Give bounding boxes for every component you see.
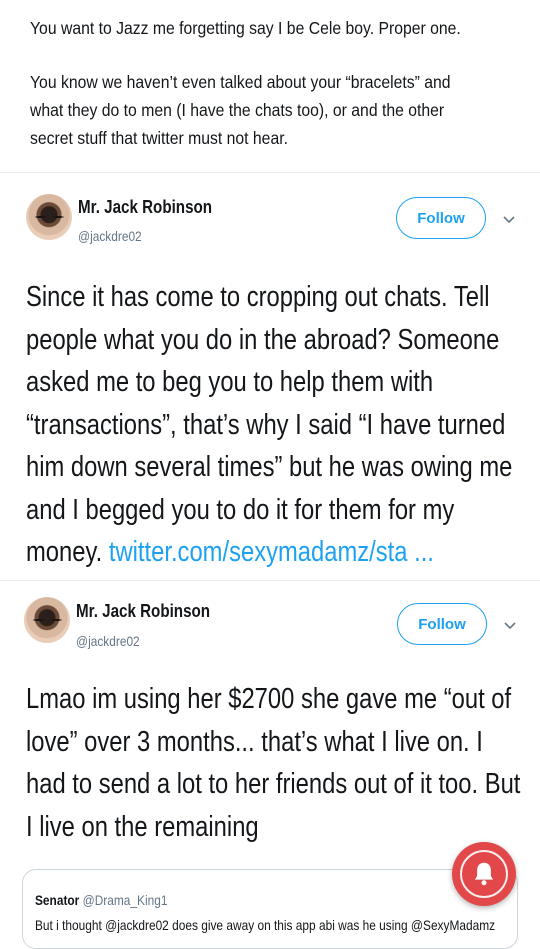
notification-bell-button[interactable] (452, 842, 516, 906)
tweet-text: Lmao im using her $2700 she gave me “out… (26, 678, 520, 848)
follow-button-label: Follow (417, 209, 465, 227)
author-name[interactable]: Mr. Jack Robinson (78, 196, 212, 218)
notification-bell-icon (475, 862, 493, 886)
avatar[interactable] (24, 597, 70, 643)
tweet-text-body: Since it has come to cropping out chats.… (26, 281, 513, 568)
intro-paragraph-2: You know we haven’t even talked about yo… (30, 72, 451, 148)
author-handle[interactable]: @jackdre02 (78, 228, 142, 244)
chevron-down-icon[interactable] (503, 211, 515, 227)
quoted-author: Senator @Drama_King1 (35, 892, 167, 908)
quoted-tweet-card[interactable]: Senator @Drama_King1 But i thought @jack… (22, 869, 518, 949)
chevron-down-icon[interactable] (504, 617, 516, 633)
divider (0, 172, 540, 173)
follow-button[interactable]: Follow (396, 197, 486, 239)
intro-paragraph-1: You want to Jazz me forgetting say I be … (30, 18, 461, 38)
tweet-text: Since it has come to cropping out chats.… (26, 276, 512, 574)
tweet-text-body: Lmao im using her $2700 she gave me “out… (26, 683, 521, 843)
quoted-author-name: Senator (35, 892, 80, 908)
follow-button-label: Follow (418, 615, 466, 633)
divider (0, 580, 540, 581)
intro-text: You want to Jazz me forgetting say I be … (30, 14, 471, 152)
author-handle[interactable]: @jackdre02 (76, 633, 140, 649)
quoted-tweet-text: But i thought @jackdre02 does give away … (35, 917, 496, 933)
follow-button[interactable]: Follow (397, 603, 487, 645)
tweet-link[interactable]: twitter.com/sexymadamz/sta ... (109, 536, 434, 568)
avatar[interactable] (26, 194, 72, 240)
author-name[interactable]: Mr. Jack Robinson (76, 600, 210, 622)
quoted-author-handle: @Drama_King1 (82, 892, 168, 908)
